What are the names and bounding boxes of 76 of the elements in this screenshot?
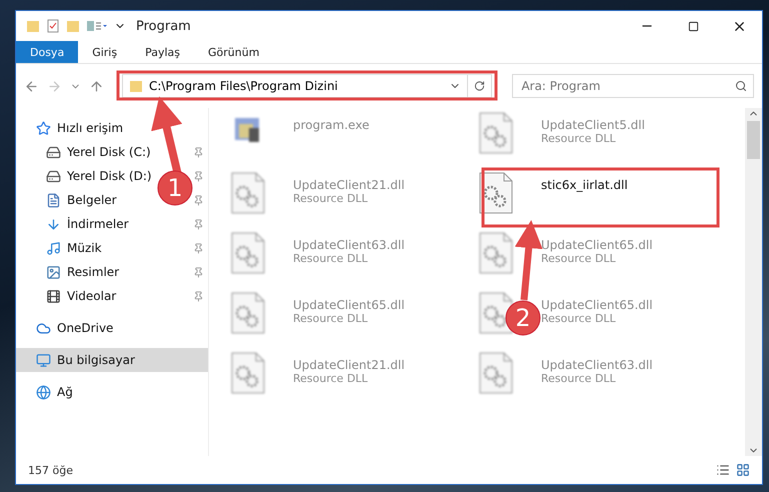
maximize-icon [688, 20, 698, 32]
settings-file-icon [479, 112, 513, 154]
file-type: Resource DLL [293, 312, 369, 325]
drive-icon [46, 168, 61, 184]
address-field[interactable]: C:\Program Files\Program Dizini [122, 74, 468, 98]
refresh-icon [474, 80, 486, 92]
file-type: Resource DLL [541, 312, 617, 325]
item-count: 157 öğe [28, 464, 73, 476]
large-icons-view-icon[interactable] [736, 463, 750, 477]
download-icon [46, 216, 61, 232]
settings-file-icon [479, 292, 513, 334]
music-icon [46, 240, 61, 256]
file-name: UpdateClient21.dll [293, 178, 405, 192]
sidebar-item[interactable]: Belgeler [67, 193, 117, 207]
cloud-icon [36, 320, 51, 336]
sidebar-item[interactable]: Müzik [67, 241, 102, 255]
sidebar-item[interactable]: Ağ [57, 385, 73, 399]
file-type: Resource DLL [541, 252, 617, 265]
file-type: Resource DLL [293, 372, 369, 385]
scrollbar[interactable] [745, 108, 762, 456]
monitor-icon [36, 352, 51, 368]
sidebar-item[interactable]: Videolar [67, 289, 116, 303]
step-badge [158, 170, 192, 206]
settings-file-icon [479, 172, 513, 214]
network-icon [36, 384, 51, 400]
step-number: 1 [167, 174, 183, 202]
up-button[interactable] [89, 78, 104, 94]
ribbon-tab[interactable]: Dosya [16, 41, 78, 63]
ribbon-tab[interactable]: Paylaş [131, 41, 194, 63]
file-name: UpdateClient65.dll [541, 298, 653, 312]
file-type: Resource DLL [541, 132, 617, 145]
settings-file-icon [231, 172, 265, 214]
refresh-button[interactable] [468, 74, 492, 98]
file-name: UpdateClient5.dll [541, 118, 645, 132]
ribbon-tab[interactable]: Giriş [78, 41, 132, 63]
settings-file-icon [231, 292, 265, 334]
sidebar-item[interactable]: Yerel Disk (D:) [67, 169, 152, 183]
image-icon [46, 264, 61, 280]
step-number: 2 [515, 304, 531, 332]
search-icon [735, 80, 747, 92]
sidebar-item[interactable]: OneDrive [57, 321, 114, 335]
folder-icon [129, 79, 143, 93]
settings-file-icon [479, 352, 513, 394]
file-name: stic6x_iirlat.dll [541, 178, 628, 192]
scrollbar-thumb[interactable] [747, 121, 760, 159]
sidebar-item[interactable]: Resimler [67, 265, 120, 279]
sidebar-item[interactable]: Hızlı erişim [57, 121, 124, 135]
search-field[interactable]: Ara: Program [512, 74, 754, 98]
back-button[interactable] [24, 78, 39, 94]
file-name: UpdateClient21.dll [293, 358, 405, 372]
file-name: UpdateClient65.dll [293, 298, 405, 312]
file-name: UpdateClient63.dll [293, 238, 405, 252]
sidebar-item[interactable]: Yerel Disk (C:) [67, 145, 151, 159]
step-badge [506, 300, 540, 336]
window-title: Program [136, 18, 191, 34]
sidebar-item[interactable]: İndirmeler [67, 217, 129, 231]
file-type: Resource DLL [541, 372, 617, 385]
file-name: UpdateClient65.dll [541, 238, 653, 252]
document-icon [46, 192, 61, 208]
ribbon-tab[interactable]: Görünüm [194, 41, 274, 63]
address-path: C:\Program Files\Program Dizini [149, 79, 339, 93]
settings-file-icon [479, 232, 513, 274]
file-type: Resource DLL [293, 252, 369, 265]
checklist-icon[interactable] [46, 19, 60, 33]
file-name: UpdateClient63.dll [541, 358, 653, 372]
settings-file-icon [231, 352, 265, 394]
sidebar-item[interactable]: Bu bilgisayar [16, 348, 208, 372]
settings-file-icon [231, 232, 265, 274]
drive-icon [46, 144, 61, 160]
properties-icon[interactable] [86, 19, 108, 33]
details-view-icon[interactable] [716, 463, 730, 477]
file-name: program.exe [293, 118, 370, 132]
star-icon [36, 120, 51, 136]
film-icon [46, 288, 61, 304]
folder-icon [26, 19, 40, 33]
file-type: Resource DLL [293, 192, 369, 205]
